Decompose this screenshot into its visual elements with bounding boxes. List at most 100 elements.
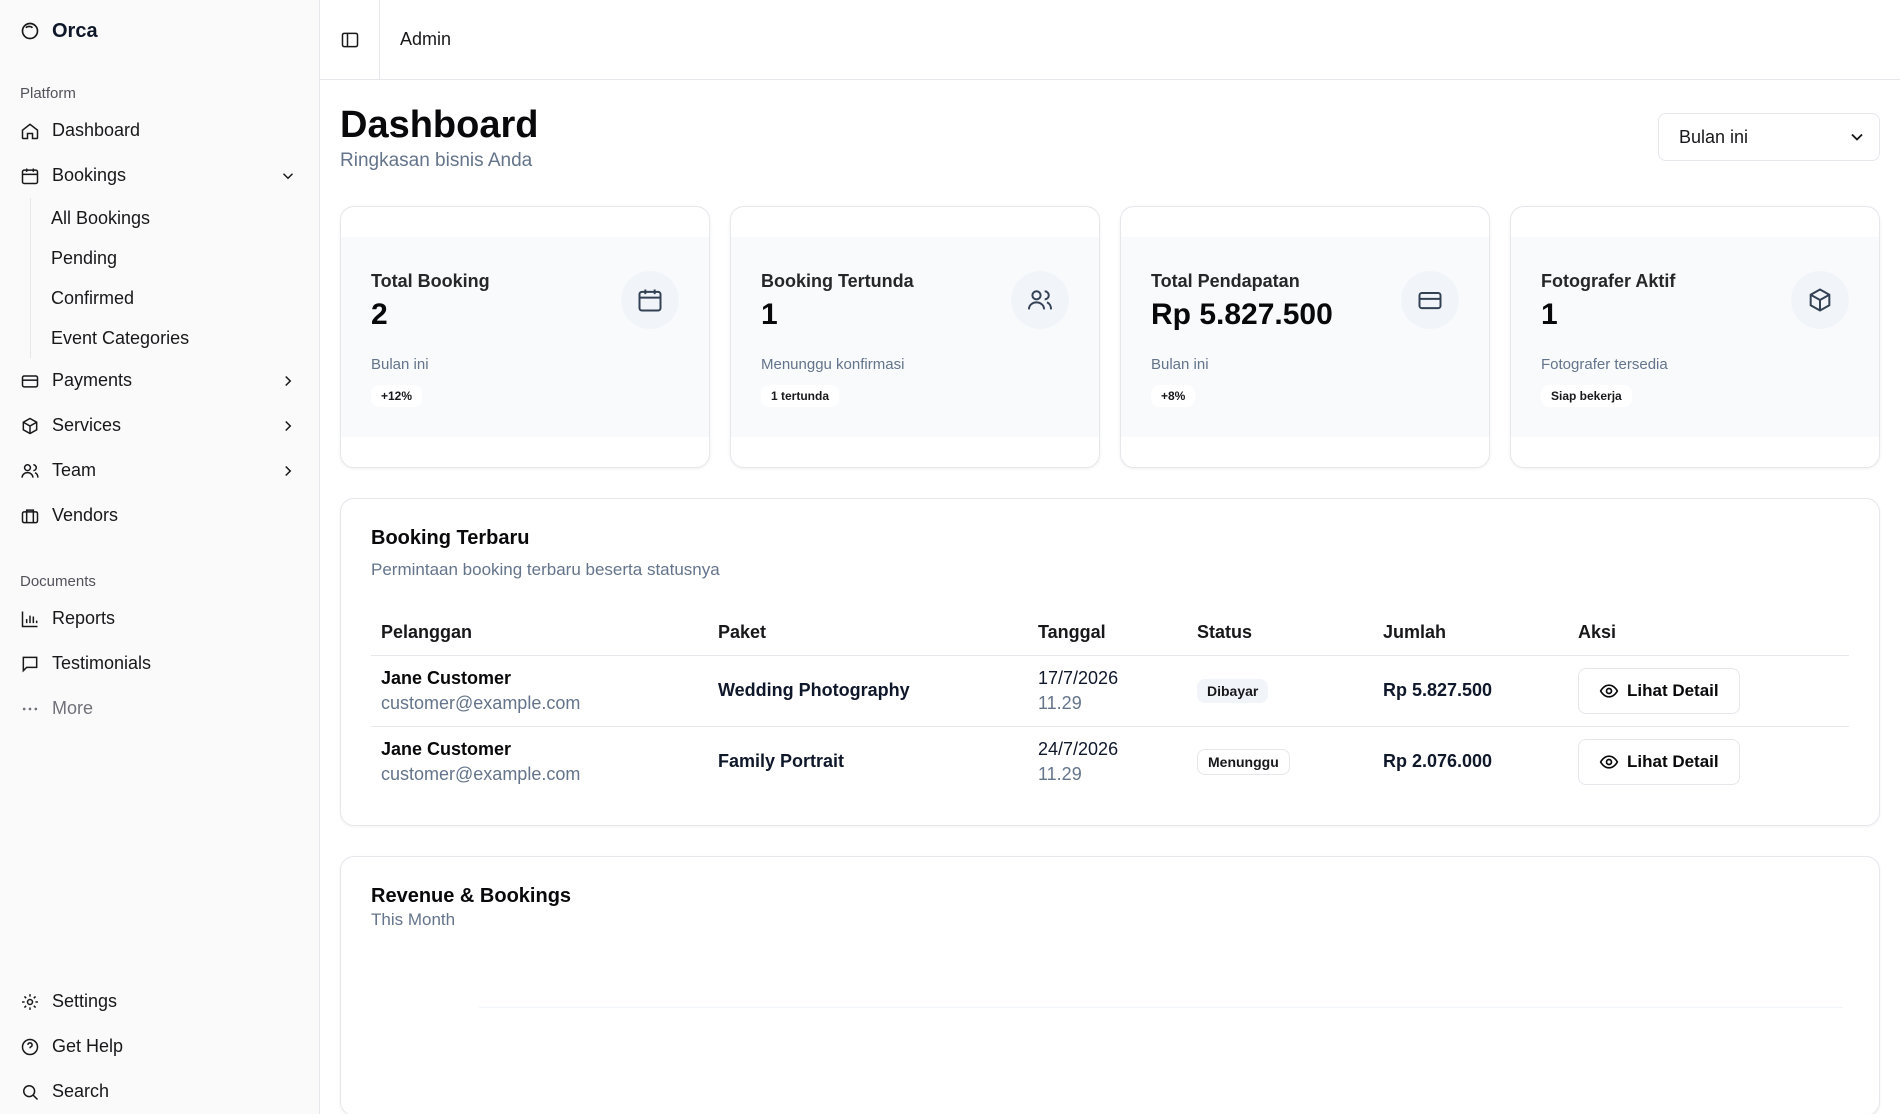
- brand[interactable]: Orca: [20, 0, 299, 62]
- stat-note: Bulan ini: [1151, 356, 1209, 373]
- sidebar-item-testimonials[interactable]: Testimonials: [20, 641, 299, 686]
- calendar-icon: [621, 271, 679, 329]
- sidebar: Orca Platform Dashboard Bookings All Boo…: [0, 0, 320, 1114]
- chevron-right-icon[interactable]: [279, 417, 297, 435]
- eye-icon: [1599, 752, 1619, 772]
- status-badge: Menunggu: [1197, 748, 1290, 775]
- chevron-right-icon[interactable]: [279, 372, 297, 390]
- sidebar-item-label: Search: [52, 1081, 110, 1101]
- sidebar-subitem-confirmed[interactable]: Confirmed: [51, 278, 299, 318]
- page-title: Dashboard: [340, 104, 539, 146]
- ellipsis-icon: [20, 699, 40, 719]
- panel-left-icon: [340, 30, 360, 50]
- stat-cards: Total Booking 2 Bulan ini +12% Booking T…: [340, 206, 1880, 468]
- customer-email: customer@example.com: [381, 692, 581, 713]
- sidebar-item-label: Bookings: [52, 165, 127, 185]
- briefcase-icon: [20, 506, 40, 526]
- stat-card-total-revenue: Total Pendapatan Rp 5.827.500 Bulan ini …: [1120, 206, 1490, 468]
- recent-bookings-panel: Booking Terbaru Permintaan booking terba…: [340, 498, 1880, 826]
- breadcrumb: Admin: [400, 29, 452, 49]
- view-detail-button[interactable]: Lihat Detail: [1578, 738, 1740, 785]
- stat-card-pending-booking: Booking Tertunda 1 Menunggu konfirmasi 1…: [730, 206, 1100, 468]
- column-header: Status: [1187, 610, 1373, 656]
- chart-title: Revenue & Bookings: [371, 885, 572, 907]
- sidebar-item-reports[interactable]: Reports: [20, 596, 299, 641]
- bar-chart-icon: [20, 609, 40, 629]
- platform-group-label: Platform: [20, 85, 76, 102]
- revenue-bookings-panel: Revenue & Bookings This Month: [340, 856, 1880, 1114]
- panel-title: Booking Terbaru: [371, 527, 530, 549]
- sidebar-item-label: Reports: [52, 608, 116, 628]
- panel-subtitle: Permintaan booking terbaru beserta statu…: [371, 560, 720, 579]
- main-content: Admin Dashboard Ringkasan bisnis Anda Bu…: [320, 0, 1900, 1114]
- sidebar-subitem-pending[interactable]: Pending: [51, 238, 299, 278]
- sidebar-subitem-event-categories[interactable]: Event Categories: [51, 318, 299, 358]
- credit-card-icon: [1401, 271, 1459, 329]
- sidebar-subitem-all-bookings[interactable]: All Bookings: [51, 198, 299, 238]
- booking-amount: Rp 5.827.500: [1373, 655, 1568, 727]
- sidebar-toggle-button[interactable]: [320, 0, 380, 80]
- booking-amount: Rp 2.076.000: [1383, 751, 1493, 772]
- sidebar-item-more[interactable]: More: [20, 686, 299, 731]
- chevron-right-icon[interactable]: [279, 462, 297, 480]
- sidebar-item-payments[interactable]: Payments: [20, 358, 299, 403]
- page-header: Dashboard Ringkasan bisnis Anda Bulan in…: [340, 80, 1880, 206]
- sidebar-item-label: Team: [52, 460, 97, 480]
- view-detail-label: Lihat Detail: [1627, 680, 1719, 700]
- column-header: Pelanggan: [371, 610, 708, 656]
- period-select[interactable]: Bulan ini: [1658, 113, 1880, 161]
- column-header: Aksi: [1568, 610, 1849, 656]
- eye-icon: [1599, 681, 1619, 701]
- column-header: Paket: [708, 610, 1028, 656]
- package-icon: [20, 416, 40, 436]
- stat-note: Fotografer tersedia: [1541, 356, 1668, 373]
- search-icon: [20, 1082, 40, 1102]
- sidebar-item-label: Settings: [52, 991, 118, 1011]
- message-square-icon: [20, 654, 40, 674]
- period-select-value: Bulan ini: [1679, 126, 1749, 147]
- sidebar-item-label: More: [52, 698, 94, 718]
- package-icon: [1791, 271, 1849, 329]
- sidebar-item-label: Vendors: [52, 505, 119, 525]
- credit-card-icon: [20, 371, 40, 391]
- stat-badge: Siap bekerja: [1541, 385, 1632, 407]
- sidebar-item-search[interactable]: Search: [20, 1069, 299, 1114]
- sidebar-item-vendors[interactable]: Vendors: [20, 493, 299, 538]
- topbar: Admin: [320, 0, 1900, 80]
- brand-name: Orca: [52, 19, 98, 42]
- home-icon: [20, 121, 40, 141]
- sidebar-item-label: Payments: [52, 370, 133, 390]
- chart-subtitle: This Month: [371, 910, 456, 929]
- table-row: Jane Customer customer@example.com Famil…: [371, 726, 1849, 797]
- chevron-down-icon[interactable]: [279, 167, 297, 185]
- stat-note: Bulan ini: [371, 356, 429, 373]
- chart-gridline: [479, 1007, 1843, 1008]
- stat-card-active-photographers: Fotografer Aktif 1 Fotografer tersedia S…: [1510, 206, 1880, 468]
- status-badge: Dibayar: [1197, 678, 1269, 703]
- stat-badge: +12%: [371, 385, 423, 407]
- package-name: Wedding Photography: [708, 655, 1028, 727]
- bookings-submenu: All Bookings Pending Confirmed Event Cat…: [30, 198, 299, 358]
- view-detail-button[interactable]: Lihat Detail: [1578, 667, 1740, 714]
- orca-logo-icon: [20, 21, 40, 41]
- sidebar-item-team[interactable]: Team: [20, 448, 299, 493]
- sidebar-item-services[interactable]: Services: [20, 403, 299, 448]
- stat-badge: 1 tertunda: [761, 385, 840, 407]
- sidebar-item-help[interactable]: Get Help: [20, 1024, 299, 1069]
- users-icon: [20, 461, 40, 481]
- table-row: Jane Customer customer@example.com Weddi…: [371, 655, 1849, 727]
- sidebar-item-settings[interactable]: Settings: [20, 979, 299, 1024]
- stat-card-total-booking: Total Booking 2 Bulan ini +12%: [340, 206, 710, 468]
- sidebar-item-bookings[interactable]: Bookings: [20, 153, 299, 198]
- customer-name: Jane Customer: [381, 738, 512, 759]
- stat-note: Menunggu konfirmasi: [761, 356, 905, 373]
- sidebar-item-dashboard[interactable]: Dashboard: [20, 108, 299, 153]
- stat-badge: +8%: [1151, 385, 1196, 407]
- booking-date: 24/7/2026: [1038, 738, 1119, 759]
- calendar-icon: [20, 166, 40, 186]
- booking-time: 11.29: [1038, 763, 1082, 784]
- customer-name: Jane Customer: [381, 667, 512, 688]
- chevron-down-icon: [1847, 127, 1867, 147]
- customer-email: customer@example.com: [381, 763, 581, 784]
- sidebar-item-label: Services: [52, 415, 122, 435]
